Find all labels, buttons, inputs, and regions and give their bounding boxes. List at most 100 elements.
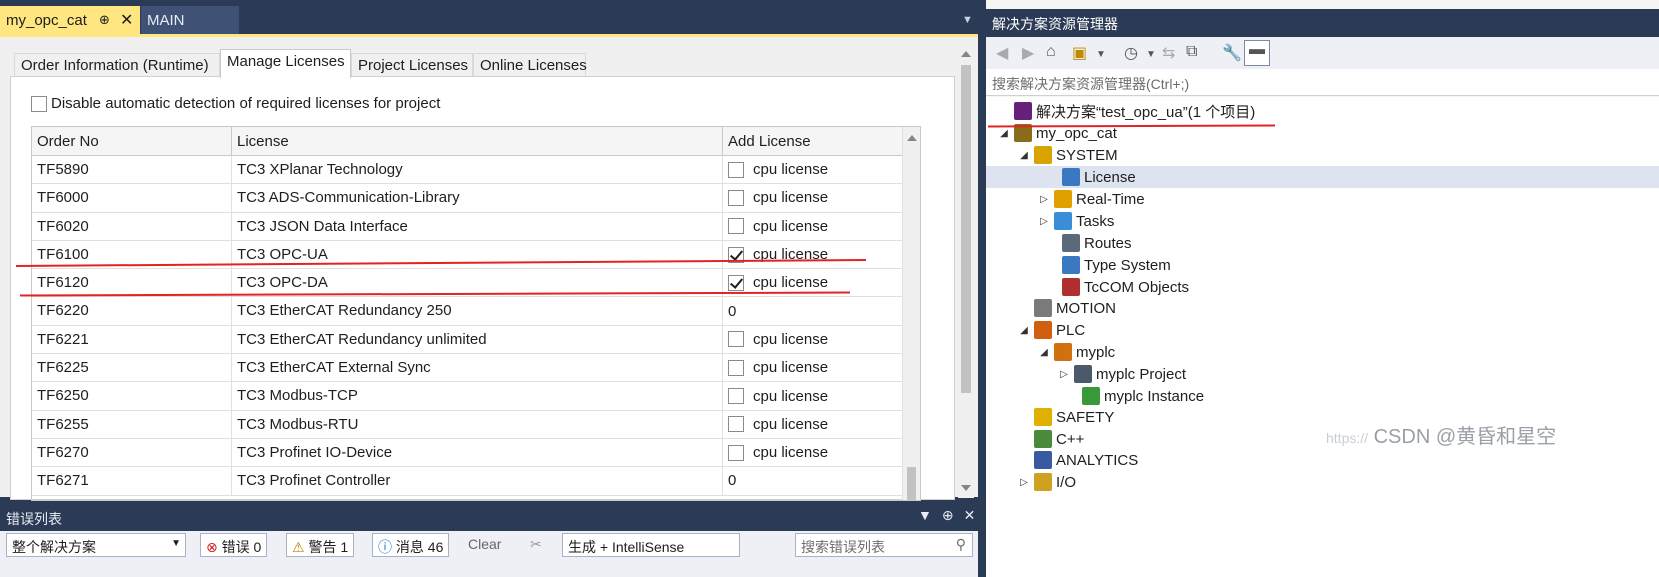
tree-node-plc[interactable]: ◢ PLC xyxy=(1018,319,1085,341)
add-license-checkbox[interactable] xyxy=(728,189,744,206)
back-icon[interactable]: ◀ xyxy=(996,43,1008,63)
table-row[interactable]: TF6271 TC3 Profinet Controller 0 xyxy=(32,467,920,496)
tree-node-myplc-project[interactable]: ▷ myplc Project xyxy=(1058,363,1186,385)
scroll-down-icon[interactable] xyxy=(961,485,971,491)
table-row[interactable]: TF6225 TC3 EtherCAT External Sync cpu lice… xyxy=(32,354,920,383)
expand-toggle-icon[interactable]: ▷ xyxy=(1058,369,1070,380)
clear-filter-icon[interactable]: ✂ xyxy=(525,533,547,557)
build-filter-select[interactable]: 生成 + IntelliSense xyxy=(562,533,740,557)
expand-toggle-icon[interactable]: ▷ xyxy=(1038,194,1050,205)
tree-node-license[interactable]: License xyxy=(986,166,1659,188)
tab-online-licenses[interactable]: Online Licenses xyxy=(473,53,587,77)
expand-toggle-icon[interactable]: ◢ xyxy=(1018,150,1030,161)
table-row[interactable]: TF5890 TC3 XPlanar Technology cpu license xyxy=(32,156,920,185)
switch-views-icon[interactable]: ▣ xyxy=(1072,43,1087,63)
add-license-cell[interactable]: cpu license xyxy=(723,325,918,354)
chevron-down-icon[interactable]: ▼ xyxy=(1146,49,1156,60)
doc-tab-my-opc-cat[interactable]: my_opc_cat ⊕ ✕ xyxy=(0,6,140,34)
tree-node-system[interactable]: ◢ SYSTEM xyxy=(1018,144,1118,166)
add-license-checkbox[interactable] xyxy=(728,359,744,376)
tree-node-analytics[interactable]: ANALYTICS xyxy=(1018,449,1138,471)
disable-auto-detection-checkbox[interactable] xyxy=(31,95,47,112)
expand-toggle-icon[interactable]: ◢ xyxy=(1018,325,1030,336)
tab-project-licenses[interactable]: Project Licenses xyxy=(351,53,473,77)
table-row[interactable]: TF6255 TC3 Modbus-RTU cpu license xyxy=(32,410,920,439)
tree-node-test-opc-ua-1[interactable]: 解决方案“test_opc_ua”(1 个项目) xyxy=(998,100,1255,122)
add-license-cell[interactable]: cpu license xyxy=(723,184,918,212)
add-license-checkbox[interactable] xyxy=(728,274,744,291)
add-license-cell[interactable]: cpu license xyxy=(723,240,918,269)
expand-toggle-icon[interactable]: ▷ xyxy=(1018,477,1030,488)
solution-explorer-search[interactable]: 搜索解决方案资源管理器(Ctrl+;) xyxy=(986,69,1659,96)
panel-scrollbar[interactable] xyxy=(958,43,974,498)
expand-toggle-icon[interactable]: ▷ xyxy=(1038,216,1050,227)
scroll-up-icon[interactable] xyxy=(961,51,971,57)
tab-overflow-dropdown-icon[interactable]: ▼ xyxy=(962,14,973,26)
tree-node-c[interactable]: C++ xyxy=(1018,428,1084,450)
tree-node-routes[interactable]: Routes xyxy=(1046,232,1132,254)
home-icon[interactable]: ⌂ xyxy=(1046,43,1056,61)
add-license-cell[interactable]: cpu license xyxy=(723,156,918,184)
tree-node-safety[interactable]: SAFETY xyxy=(1018,406,1114,428)
add-license-checkbox[interactable] xyxy=(728,161,744,178)
clear-button[interactable]: Clear xyxy=(463,533,506,557)
add-license-cell[interactable]: cpu license xyxy=(723,438,918,467)
pending-changes-icon[interactable]: ◷ xyxy=(1124,43,1138,63)
scroll-thumb[interactable] xyxy=(961,65,971,393)
scroll-up-icon[interactable] xyxy=(907,135,917,141)
add-license-cell[interactable]: cpu license xyxy=(723,212,918,240)
tree-node-type-system[interactable]: Type System xyxy=(1046,254,1171,276)
grid-scrollbar[interactable] xyxy=(902,127,920,500)
tree-node-motion[interactable]: MOTION xyxy=(1018,297,1116,319)
table-row[interactable]: TF6220 TC3 EtherCAT Redundancy 250 0 xyxy=(32,297,920,326)
tree-node-tasks[interactable]: ▷ Tasks xyxy=(1038,210,1114,232)
scroll-thumb[interactable] xyxy=(907,467,916,500)
tab-manage-licenses[interactable]: Manage Licenses xyxy=(220,49,351,78)
messages-filter-button[interactable]: ⓘ 消息 46 xyxy=(372,533,450,557)
tree-node-i-o[interactable]: ▷ I/O xyxy=(1018,471,1076,493)
preview-icon[interactable]: ▬ xyxy=(1244,40,1270,66)
close-icon[interactable]: ✕ xyxy=(964,507,976,524)
add-license-checkbox[interactable] xyxy=(728,416,744,433)
motion-icon xyxy=(1034,299,1052,317)
collapse-all-icon[interactable]: ⧉ xyxy=(1186,43,1197,61)
table-row[interactable]: TF6000 TC3 ADS-Communication-Library cpu l… xyxy=(32,184,920,213)
add-license-cell[interactable]: cpu license xyxy=(723,354,918,382)
add-license-checkbox[interactable] xyxy=(728,388,744,405)
add-license-cell[interactable]: cpu license xyxy=(723,382,918,410)
tab-order-information[interactable]: Order Information (Runtime) xyxy=(14,53,220,77)
table-row[interactable]: TF6250 TC3 Modbus-TCP cpu license xyxy=(32,382,920,411)
tree-node-real-time[interactable]: ▷ Real-Time xyxy=(1038,188,1145,210)
disable-auto-detection-option[interactable]: Disable automatic detection of required … xyxy=(31,95,440,112)
close-icon[interactable]: ✕ xyxy=(120,10,133,30)
sync-icon[interactable]: ⇆ xyxy=(1162,43,1175,63)
expand-toggle-icon[interactable]: ◢ xyxy=(998,128,1010,139)
forward-icon[interactable]: ▶ xyxy=(1022,43,1034,63)
tree-node-tccom-objects[interactable]: TcCOM Objects xyxy=(1046,276,1189,298)
column-header-license[interactable]: License xyxy=(232,127,723,155)
expand-toggle-icon[interactable]: ◢ xyxy=(1038,347,1050,358)
tree-node-myplc[interactable]: ◢ myplc xyxy=(1038,341,1115,363)
doc-tab-main[interactable]: MAIN xyxy=(141,6,239,34)
properties-wrench-icon[interactable]: 🔧 xyxy=(1222,43,1242,63)
column-header-order-no[interactable]: Order No xyxy=(32,127,232,155)
add-license-cell[interactable]: cpu license xyxy=(723,410,918,438)
tree-node-myplc-instance[interactable]: myplc Instance xyxy=(1066,385,1204,407)
pin-icon[interactable]: ⊕ xyxy=(942,507,954,524)
scope-select[interactable]: 整个解决方案 ▼ xyxy=(6,533,186,557)
add-license-cell[interactable]: 0 xyxy=(723,297,918,325)
add-license-checkbox[interactable] xyxy=(728,444,744,461)
table-row[interactable]: TF6270 TC3 Profinet IO-Device cpu license xyxy=(32,438,920,468)
dropdown-icon[interactable]: ▼ xyxy=(918,507,932,524)
add-license-checkbox[interactable] xyxy=(728,331,744,348)
error-search-input[interactable]: 搜索错误列表 ⚲ xyxy=(795,533,973,557)
add-license-cell[interactable]: 0 xyxy=(723,467,918,495)
pin-icon[interactable]: ⊕ xyxy=(99,12,110,28)
add-license-checkbox[interactable] xyxy=(728,218,744,235)
table-row[interactable]: TF6020 TC3 JSON Data Interface cpu license xyxy=(32,212,920,241)
warnings-filter-button[interactable]: ⚠ 警告 1 xyxy=(286,533,355,557)
errors-filter-button[interactable]: ⊗ 错误 0 xyxy=(200,533,268,557)
column-header-add-license[interactable]: Add License xyxy=(723,127,918,155)
chevron-down-icon[interactable]: ▼ xyxy=(1096,49,1106,60)
table-row[interactable]: TF6221 TC3 EtherCAT Redundancy unlimited c… xyxy=(32,325,920,355)
